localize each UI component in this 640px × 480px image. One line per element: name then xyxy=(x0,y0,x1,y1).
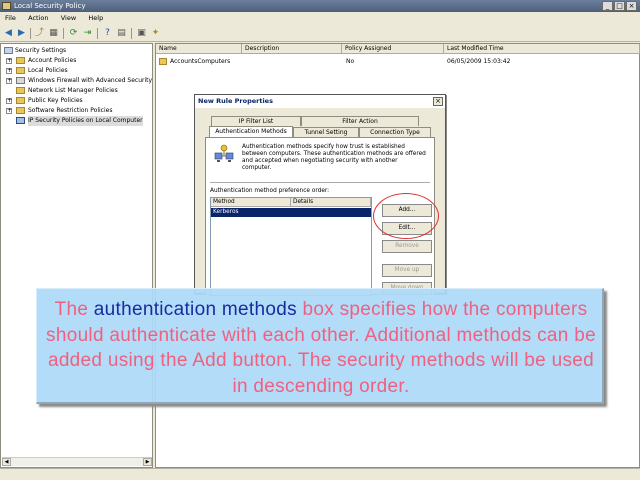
menu-help[interactable]: Help xyxy=(83,12,108,24)
preference-order-label: Authentication method preference order: xyxy=(210,188,330,194)
refresh-icon[interactable]: ⟳ xyxy=(68,28,79,39)
row-assigned: No xyxy=(346,58,355,65)
close-button[interactable]: × xyxy=(626,1,637,11)
menu-view[interactable]: View xyxy=(56,12,81,24)
policy-icon xyxy=(159,58,167,65)
up-folder-icon[interactable]: ⤴ xyxy=(34,28,45,39)
remove-button[interactable]: Remove xyxy=(382,240,432,253)
toolbar-separator xyxy=(131,28,132,39)
local-security-policy-window: Local Security Policy _ □ × File Action … xyxy=(0,0,640,480)
help-icon[interactable]: ? xyxy=(102,28,113,39)
show-hide-tree-icon[interactable]: ▦ xyxy=(48,28,59,39)
expand-icon[interactable]: + xyxy=(6,58,12,64)
status-bar xyxy=(0,468,640,480)
column-header-last-modified[interactable]: Last Modified Time xyxy=(444,44,640,54)
folder-icon xyxy=(16,87,25,94)
firewall-icon xyxy=(16,77,25,84)
move-up-button[interactable]: Move up xyxy=(382,264,432,277)
divider xyxy=(210,182,430,183)
authentication-icon xyxy=(214,144,234,162)
properties-icon[interactable]: ▤ xyxy=(116,28,127,39)
menu-bar: File Action View Help xyxy=(0,12,640,24)
list-item-kerberos[interactable]: Kerberos xyxy=(211,208,371,217)
column-header-details[interactable]: Details xyxy=(291,198,371,207)
folder-icon xyxy=(16,57,25,64)
window-title: Local Security Policy xyxy=(14,2,86,10)
tab-ip-filter-list[interactable]: IP Filter List xyxy=(211,116,301,126)
tab-filter-action[interactable]: Filter Action xyxy=(301,116,419,126)
expand-icon[interactable]: + xyxy=(6,78,12,84)
export-list-icon[interactable]: ⇥ xyxy=(82,28,93,39)
toolbar-separator xyxy=(30,28,31,39)
column-header-name[interactable]: Name xyxy=(156,44,242,54)
maximize-button[interactable]: □ xyxy=(614,1,625,11)
column-header-policy-assigned[interactable]: Policy Assigned xyxy=(342,44,444,54)
toolbar: ◀ ▶ ⤴ ▦ ⟳ ⇥ ? ▤ ▣ ✦ xyxy=(0,25,640,42)
title-bar: Local Security Policy _ □ × xyxy=(0,0,640,12)
expand-icon[interactable]: + xyxy=(6,68,12,74)
folder-icon xyxy=(16,97,25,104)
authentication-description: Authentication methods specify how trust… xyxy=(242,144,426,171)
tab-connection-type[interactable]: Connection Type xyxy=(359,127,431,137)
row-modified: 06/05/2009 15:03:42 xyxy=(447,58,511,65)
dialog-title: New Rule Properties xyxy=(195,95,445,108)
back-icon[interactable]: ◀ xyxy=(3,28,14,39)
tutorial-caption-box: The authentication methods box specifies… xyxy=(36,288,604,404)
tab-tunnel-setting[interactable]: Tunnel Setting xyxy=(293,127,359,137)
dialog-close-button[interactable]: × xyxy=(433,97,443,106)
folder-icon xyxy=(16,107,25,114)
toolbar-separator xyxy=(63,28,64,39)
new-rule-properties-dialog: New Rule Properties × IP Filter List Fil… xyxy=(194,94,446,296)
ip-security-icon xyxy=(16,117,25,124)
caption-highlight: authentication methods xyxy=(93,299,297,320)
security-settings-icon xyxy=(4,47,13,54)
forward-icon[interactable]: ▶ xyxy=(16,28,27,39)
expand-icon[interactable]: + xyxy=(6,98,12,104)
menu-action[interactable]: Action xyxy=(23,12,53,24)
toolbar-separator xyxy=(97,28,98,39)
folder-icon xyxy=(16,67,25,74)
menu-file[interactable]: File xyxy=(0,12,21,24)
add-edit-callout-circle xyxy=(373,193,439,239)
column-header-method[interactable]: Method xyxy=(211,198,291,207)
scroll-right-icon[interactable]: ▶ xyxy=(143,458,152,466)
tab-authentication-methods[interactable]: Authentication Methods xyxy=(209,126,293,137)
method-name: Kerberos xyxy=(213,209,239,215)
authentication-methods-list[interactable]: Method Details Kerberos xyxy=(210,197,372,296)
assign-policy-icon[interactable]: ✦ xyxy=(150,28,161,39)
column-header-description[interactable]: Description xyxy=(242,44,342,54)
tree-horizontal-scrollbar[interactable]: ◀ ▶ xyxy=(2,457,152,466)
console-tree[interactable]: Security Settings + Account Policies + L… xyxy=(0,43,153,468)
scroll-left-icon[interactable]: ◀ xyxy=(2,458,11,466)
expand-icon[interactable]: + xyxy=(6,108,12,114)
policy-icon[interactable]: ▣ xyxy=(136,28,147,39)
row-name: AccountsComputers xyxy=(170,58,231,65)
tutorial-caption: The authentication methods box specifies… xyxy=(46,299,596,397)
app-icon xyxy=(2,2,11,10)
minimize-button[interactable]: _ xyxy=(602,1,613,11)
